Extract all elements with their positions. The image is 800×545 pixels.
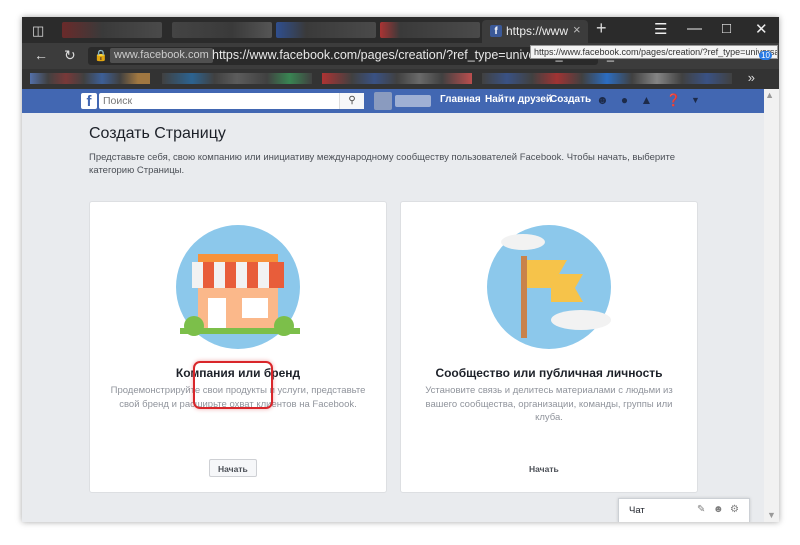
card-title: Сообщество или публичная личность bbox=[435, 366, 663, 380]
maximize-icon[interactable]: □ bbox=[722, 20, 731, 37]
menu-icon[interactable]: ☰ bbox=[654, 20, 667, 38]
new-message-icon[interactable]: ✎ bbox=[697, 504, 705, 515]
search-box[interactable]: ⚲ bbox=[99, 93, 364, 109]
nav-find-friends[interactable]: Найти друзей bbox=[485, 94, 552, 105]
notifications-icon[interactable]: ▲ bbox=[639, 93, 654, 108]
new-tab-button[interactable]: + bbox=[596, 18, 607, 39]
chat-bar[interactable]: Чат ✎ ☻ ⚙ bbox=[618, 498, 750, 522]
facebook-logo-icon[interactable]: f bbox=[81, 93, 97, 110]
bookmark-item[interactable] bbox=[482, 73, 732, 84]
search-input[interactable] bbox=[103, 93, 338, 109]
close-window-icon[interactable]: ✕ bbox=[755, 20, 768, 38]
blurred-tab[interactable] bbox=[276, 22, 376, 38]
flag-illustration-icon bbox=[487, 225, 611, 349]
blurred-tab[interactable] bbox=[380, 22, 480, 38]
extension-icons[interactable]: 10 bbox=[698, 49, 774, 65]
page-title: Создать Страницу bbox=[89, 125, 226, 142]
tab-title: https://www.face bbox=[506, 24, 568, 38]
nav-create[interactable]: Создать bbox=[550, 94, 591, 105]
address-bar-row: ← ↻ 🔒 www.facebook.com https://www.faceb… bbox=[22, 43, 779, 69]
page-description: Представьте себя, свою компанию или иниц… bbox=[89, 152, 676, 176]
extension-badge: 10 bbox=[759, 51, 772, 60]
blurred-tab[interactable] bbox=[62, 22, 162, 38]
blurred-tab[interactable] bbox=[172, 22, 272, 38]
account-menu-icon[interactable]: ▼ bbox=[688, 93, 703, 108]
card-community[interactable]: Сообщество или публичная личность Устано… bbox=[400, 201, 698, 493]
friend-requests-icon[interactable]: ☻ bbox=[595, 93, 610, 108]
tab-strip: ◫ f https://www.face × + ☰ — □ ✕ bbox=[22, 17, 779, 43]
back-icon[interactable]: ← bbox=[34, 47, 48, 63]
page-scrollbar[interactable]: ▲ ▼ bbox=[764, 89, 779, 522]
gear-icon[interactable]: ⚙ bbox=[730, 504, 739, 515]
bookmarks-bar: » bbox=[22, 69, 779, 89]
tabs-menu-icon[interactable]: ◫ bbox=[32, 23, 44, 39]
browser-window: ◫ f https://www.face × + ☰ — □ ✕ ← ↻ 🔒 w… bbox=[22, 17, 779, 522]
minimize-icon[interactable]: — bbox=[687, 20, 702, 37]
reload-icon[interactable]: ↻ bbox=[64, 47, 76, 64]
bookmark-item[interactable] bbox=[322, 73, 472, 84]
start-button[interactable]: Начать bbox=[520, 459, 568, 477]
start-button[interactable]: Начать bbox=[209, 459, 257, 477]
messenger-icon[interactable]: ● bbox=[617, 93, 632, 108]
page-content: Создать Страницу Представьте себя, свою … bbox=[22, 113, 764, 522]
bookmark-item[interactable] bbox=[162, 73, 312, 84]
address-bar[interactable]: 🔒 www.facebook.com https://www.facebook.… bbox=[88, 47, 628, 65]
close-tab-icon[interactable]: × bbox=[573, 22, 581, 37]
lock-icon[interactable]: 🔒 bbox=[94, 49, 108, 62]
help-icon[interactable]: ❓ bbox=[666, 93, 681, 108]
facebook-favicon-icon: f bbox=[490, 25, 502, 37]
avatar[interactable] bbox=[374, 92, 392, 110]
nav-home[interactable]: Главная bbox=[440, 94, 481, 105]
storefront-illustration-icon bbox=[176, 225, 300, 349]
group-icon[interactable]: ☻ bbox=[713, 504, 724, 515]
highlight-annotation bbox=[193, 361, 273, 409]
card-description: Установите связь и делитесь материалами … bbox=[425, 385, 673, 423]
scroll-up-icon[interactable]: ▲ bbox=[765, 90, 774, 100]
card-business[interactable]: Компания или бренд Продемонстрируйте сво… bbox=[89, 201, 387, 493]
search-icon[interactable]: ⚲ bbox=[339, 93, 364, 109]
url-domain[interactable]: www.facebook.com bbox=[110, 48, 213, 63]
facebook-header: f ⚲ Главная Найти друзей Создать ☻ ● ▲ ❓… bbox=[22, 89, 764, 113]
bookmark-item[interactable] bbox=[30, 73, 150, 84]
scroll-down-icon[interactable]: ▼ bbox=[767, 510, 776, 520]
bookmarks-more-icon[interactable]: » bbox=[748, 70, 755, 85]
profile-name-blurred[interactable] bbox=[395, 95, 431, 107]
tab-active-facebook[interactable]: f https://www.face × bbox=[482, 20, 588, 43]
chat-label: Чат bbox=[629, 505, 645, 516]
